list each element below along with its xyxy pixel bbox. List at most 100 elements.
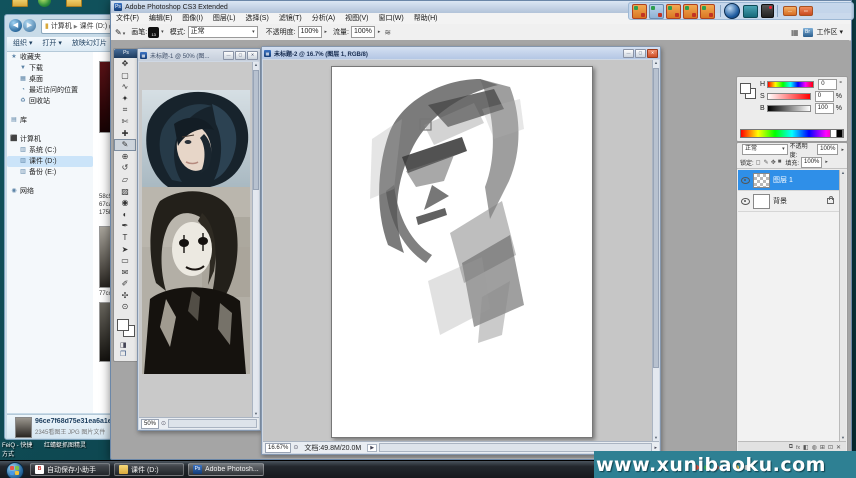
hue-slider[interactable] xyxy=(767,81,814,88)
breadcrumb-computer[interactable]: 计算机 xyxy=(51,23,72,30)
workspace-menu[interactable]: 工作区 ▾ xyxy=(817,27,843,37)
bridge-icon[interactable]: Br xyxy=(803,28,813,37)
back-button[interactable]: ◀ xyxy=(9,19,22,32)
doc1-titlebar[interactable]: ▦ 未标题-1 @ 50% (图... — ▢ ✕ xyxy=(138,49,260,61)
layer-group-button[interactable]: ⊞ xyxy=(820,444,825,451)
healing-brush-tool[interactable]: ✚ xyxy=(114,128,136,140)
move-tool[interactable]: ✥ xyxy=(114,58,136,70)
doc2-restore-button[interactable]: ▢ xyxy=(635,49,646,58)
menu-编辑E[interactable]: 编辑(E) xyxy=(144,13,177,24)
opacity-arrow[interactable]: ▸ xyxy=(325,29,328,35)
gadget-icon-2[interactable] xyxy=(649,4,664,19)
delete-layer-button[interactable]: ✕ xyxy=(836,444,841,451)
flow-arrow[interactable]: ▸ xyxy=(378,29,381,35)
gadget-icon-5[interactable] xyxy=(700,4,715,19)
layer1-thumbnail[interactable] xyxy=(753,173,770,188)
lock-position-icon[interactable]: ✥ xyxy=(771,159,776,166)
history-brush-tool[interactable]: ↺ xyxy=(114,162,136,174)
fill-arrow[interactable]: ▸ xyxy=(825,159,828,165)
slideshow-button[interactable]: 放映幻灯片 xyxy=(72,40,107,47)
layer-row-background[interactable]: 背景 xyxy=(738,191,840,212)
desktop-icon-label-hongqingting[interactable]: 红蜻蜓抓图精灵 xyxy=(44,440,106,449)
notes-tool[interactable]: ✉ xyxy=(114,267,136,279)
screen-mode-button[interactable]: ❐ xyxy=(120,350,126,358)
doc2-minimize-button[interactable]: — xyxy=(623,49,634,58)
fill-input[interactable]: 100% xyxy=(801,157,822,168)
blend-mode-select[interactable]: 正常 ▾ xyxy=(188,26,258,38)
slice-tool[interactable]: ✄ xyxy=(114,116,136,128)
menu-视图V[interactable]: 视图(V) xyxy=(340,13,373,24)
spectrum-black-swatch[interactable] xyxy=(836,129,843,138)
nav-item-系统 (C:)[interactable]: ▥系统 (C:) xyxy=(7,145,93,156)
nav-item-网络[interactable]: ◉网络 xyxy=(7,186,93,197)
gadget-icon-4[interactable] xyxy=(683,4,698,19)
lock-pixels-icon[interactable]: ✎ xyxy=(764,159,769,166)
gradient-tool[interactable]: ▨ xyxy=(114,186,136,198)
crop-tool[interactable]: ⌗ xyxy=(114,104,136,116)
nav-item-库[interactable]: ▤库 xyxy=(7,115,93,126)
layers-scrollbar[interactable]: ▲ ▼ xyxy=(839,170,846,441)
layer1-visibility-eye-icon[interactable] xyxy=(741,177,750,184)
layer-row-layer1[interactable]: 图层 1 xyxy=(738,170,840,191)
background-thumbnail[interactable] xyxy=(753,194,770,209)
gadget-icon-3[interactable] xyxy=(666,4,681,19)
clock-icon[interactable] xyxy=(724,3,740,19)
doc1-canvas-area[interactable] xyxy=(139,62,252,417)
shape-tool[interactable]: ▭ xyxy=(114,255,136,267)
layers-opacity-input[interactable]: 100% xyxy=(817,144,838,155)
saturation-value[interactable]: 0 xyxy=(815,91,834,102)
doc1-close-button[interactable]: ✕ xyxy=(247,51,258,60)
menu-滤镜T[interactable]: 滤镜(T) xyxy=(274,13,307,24)
background-layer-name[interactable]: 背景 xyxy=(773,196,787,206)
saturation-slider[interactable] xyxy=(767,93,811,100)
doc2-zoom-level[interactable]: 16.67% xyxy=(265,443,291,453)
clone-stamp-tool[interactable]: ⊕ xyxy=(114,151,136,163)
nav-item-桌面[interactable]: ▦桌面 xyxy=(7,74,93,85)
menu-帮助H[interactable]: 帮助(H) xyxy=(409,13,443,24)
doc1-restore-button[interactable]: ▢ xyxy=(235,51,246,60)
recorder-icon[interactable] xyxy=(761,4,774,18)
layer1-name[interactable]: 图层 1 xyxy=(773,175,793,185)
doc2-canvas-area[interactable] xyxy=(263,60,652,441)
new-layer-button[interactable]: ⊡ xyxy=(828,444,833,451)
airbrush-icon[interactable]: ≋ xyxy=(384,28,391,37)
nav-item-备份 (E:)[interactable]: ▥备份 (E:) xyxy=(7,167,93,178)
layers-blend-mode-select[interactable]: 正常 ▾ xyxy=(742,144,788,155)
quick-selection-tool[interactable]: ✦ xyxy=(114,93,136,105)
brush-dropdown-arrow[interactable]: ▾ xyxy=(161,29,164,35)
menu-选择S[interactable]: 选择(S) xyxy=(240,13,273,24)
nav-item-下载[interactable]: ▼下载 xyxy=(7,63,93,74)
doc1-horizontal-scrollbar[interactable] xyxy=(168,419,257,428)
brush-tool-preset-icon[interactable]: ✎▾ xyxy=(115,28,125,37)
doc2-vertical-scrollbar[interactable]: ▲ ▼ xyxy=(652,60,659,441)
desktop-folder-icon-2[interactable] xyxy=(66,0,82,7)
desktop-icon-label-feiq[interactable]: FeiQ - 快捷 方式 xyxy=(2,440,32,458)
type-tool[interactable]: T xyxy=(114,232,136,244)
doc2-close-button[interactable]: ✕ xyxy=(647,49,658,58)
menu-图层L[interactable]: 图层(L) xyxy=(208,13,241,24)
layers-opacity-arrow[interactable]: ▸ xyxy=(841,147,844,153)
layer-mask-button[interactable]: ◧ xyxy=(803,444,809,451)
color-foreground-swatch[interactable] xyxy=(740,83,751,94)
doc1-minimize-button[interactable]: — xyxy=(223,51,234,60)
marquee-tool[interactable]: ▢ xyxy=(114,70,136,82)
desktop-app-orb-icon[interactable] xyxy=(38,0,51,7)
recorder-minimize-button[interactable]: — xyxy=(783,6,797,16)
nav-item-收藏夹[interactable]: ★收藏夹 xyxy=(7,52,93,63)
toolbox-header[interactable]: Ps xyxy=(114,49,138,58)
nav-item-最近访问的位置[interactable]: ◔最近访问的位置 xyxy=(7,85,93,96)
quick-mask-button[interactable]: ◨ xyxy=(120,341,127,349)
adjustment-layer-button[interactable]: ◍ xyxy=(812,444,817,451)
menu-文件F[interactable]: 文件(F) xyxy=(111,13,144,24)
brightness-value[interactable]: 100 xyxy=(815,103,834,114)
color-spectrum-ramp[interactable] xyxy=(740,129,844,138)
hue-value[interactable]: 0 xyxy=(818,79,837,90)
open-button[interactable]: 打开 ▾ xyxy=(42,40,61,47)
menu-窗口W[interactable]: 窗口(W) xyxy=(373,13,408,24)
doc2-hscroll-arrow[interactable]: ▸ xyxy=(654,445,657,451)
eraser-tool[interactable]: ▱ xyxy=(114,174,136,186)
zoom-tool[interactable]: ⊙ xyxy=(114,301,136,313)
eyedropper-tool[interactable]: ✐ xyxy=(114,278,136,290)
link-layers-button[interactable]: ⧉ xyxy=(789,444,793,451)
menu-图像I[interactable]: 图像(I) xyxy=(177,13,208,24)
